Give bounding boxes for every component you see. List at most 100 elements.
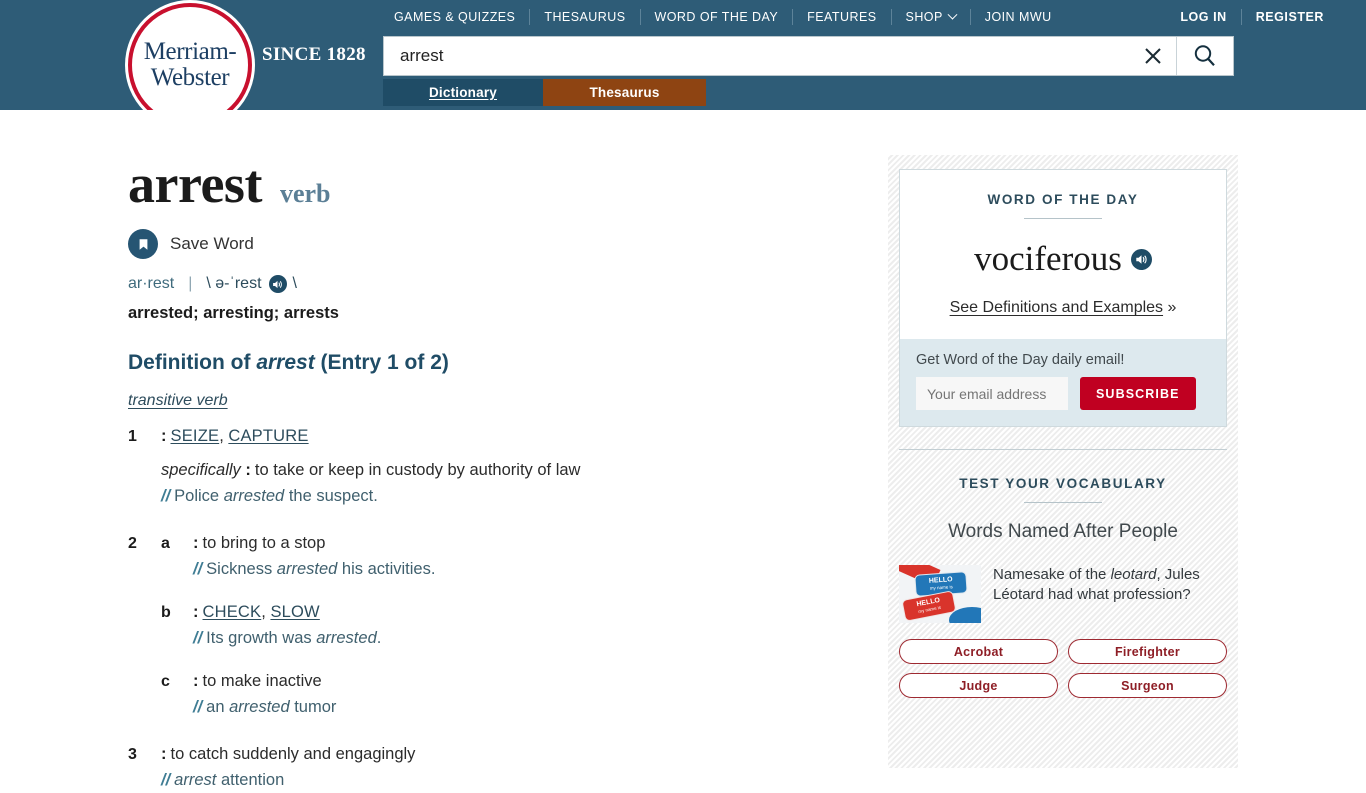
- example-sentence: //Police arrested the suspect.: [161, 483, 828, 509]
- sense-row: c : to make inactive //an arrested tumor: [128, 669, 828, 720]
- synonym-link-seize[interactable]: SEIZE: [171, 427, 220, 445]
- inflections-text: arrested; arresting; arrests: [128, 304, 339, 322]
- sense-body: : CHECK, SLOW //Its growth was arrested.: [193, 600, 828, 651]
- example-pre: Sickness: [206, 560, 277, 578]
- test-your-vocabulary-card: TEST YOUR VOCABULARY Words Named After P…: [899, 449, 1227, 698]
- sense-body: : SEIZE, CAPTURE specifically : to take or…: [161, 424, 828, 509]
- search-input[interactable]: [384, 37, 1130, 75]
- definition-text: : CHECK, SLOW: [193, 603, 320, 621]
- tab-dictionary-label: Dictionary: [428, 85, 498, 100]
- definition-heading-prefix: Definition of: [128, 351, 257, 374]
- clear-search-button[interactable]: [1130, 37, 1176, 75]
- close-x-icon: [1145, 48, 1161, 64]
- synonym-link-slow[interactable]: SLOW: [270, 603, 319, 621]
- sense-row: b : CHECK, SLOW //Its growth was arrested…: [128, 600, 828, 651]
- quiz-question-text: Namesake of the leotard, Jules Léotard h…: [993, 565, 1227, 605]
- sub-definition-colon: :: [245, 461, 251, 479]
- bookmark-icon: [128, 229, 158, 259]
- inflections: arrested; arresting; arrests: [128, 304, 828, 323]
- sense-row: 1 : SEIZE, CAPTURE specifically : to take …: [128, 424, 828, 509]
- log-in-link[interactable]: LOG IN: [1166, 10, 1240, 24]
- definition-text: : to make inactive: [193, 669, 828, 694]
- definition-body: to make inactive: [202, 672, 322, 690]
- subscribe-button[interactable]: SUBSCRIBE: [1080, 377, 1196, 410]
- search-submit-button[interactable]: [1176, 37, 1233, 75]
- part-of-speech: verb: [279, 179, 331, 208]
- newsletter-row: SUBSCRIBE: [916, 377, 1210, 410]
- quiz-answer-surgeon[interactable]: Surgeon: [1068, 673, 1227, 698]
- name-tag-subtext: my name is: [929, 584, 953, 591]
- example-marker: //: [193, 629, 203, 647]
- example-marker: //: [161, 771, 171, 789]
- auth-nav: LOG IN REGISTER: [1166, 8, 1338, 26]
- definition-text: : to bring to a stop: [193, 531, 828, 556]
- quiz-answer-acrobat[interactable]: Acrobat: [899, 639, 1058, 664]
- nav-item-games-quizzes[interactable]: GAMES & QUIZZES: [380, 10, 529, 24]
- nav-item-features[interactable]: FEATURES: [793, 10, 890, 24]
- definition-body: to bring to a stop: [202, 534, 326, 552]
- word-of-the-day-title: WORD OF THE DAY: [987, 192, 1139, 207]
- quiz-thumbnail-image: HELLO my name is HELLO my name is: [899, 565, 981, 623]
- site-header: GAMES & QUIZZES THESAURUS WORD OF THE DA…: [0, 0, 1366, 127]
- see-definitions-link-text: See Definitions and Examples: [949, 299, 1164, 316]
- email-field[interactable]: [916, 377, 1068, 410]
- speaker-icon[interactable]: [1130, 248, 1152, 270]
- sense-number: 3: [128, 746, 137, 763]
- register-link[interactable]: REGISTER: [1242, 10, 1338, 24]
- tab-thesaurus[interactable]: Thesaurus: [543, 79, 706, 106]
- tab-dictionary[interactable]: Dictionary: [383, 79, 543, 106]
- nav-item-thesaurus[interactable]: THESAURUS: [530, 10, 639, 24]
- tab-thesaurus-label: Thesaurus: [589, 85, 660, 100]
- definition-colon: :: [161, 427, 167, 445]
- quiz-title: TEST YOUR VOCABULARY: [959, 476, 1167, 491]
- search-bar: [383, 36, 1234, 76]
- see-definitions-link[interactable]: See Definitions and Examples »: [916, 299, 1210, 317]
- example-pre: Police: [174, 487, 224, 505]
- example-sentence: //Sickness arrested his activities.: [193, 556, 828, 582]
- definition-body: to catch suddenly and engagingly: [170, 745, 416, 763]
- example-post: tumor: [289, 698, 337, 716]
- dictionary-entry: arrest verb Save Word ar·rest | \ ə-ˈres…: [128, 155, 828, 793]
- logo-text: Merriam- Webster: [144, 39, 237, 91]
- sense-body: : to bring to a stop //Sickness arrested …: [193, 531, 828, 582]
- definition-heading: Definition of arrest (Entry 1 of 2): [128, 351, 828, 375]
- quiz-answer-judge[interactable]: Judge: [899, 673, 1058, 698]
- pronunciation-divider: |: [188, 275, 193, 292]
- sense-group-2: 2 a : to bring to a stop //Sickness arres…: [128, 531, 828, 720]
- sub-definition-label: specifically: [161, 461, 241, 479]
- nav-item-join-mwu[interactable]: JOIN MWU: [971, 10, 1066, 24]
- pronunciation-row: ar·rest | \ ə-ˈrest \: [128, 275, 828, 293]
- nav-item-shop[interactable]: SHOP: [892, 9, 970, 24]
- definition-colon: :: [193, 672, 199, 690]
- magnifier-icon: [1194, 45, 1215, 67]
- speaker-icon[interactable]: [268, 275, 287, 293]
- definition-text: : to catch suddenly and engagingly: [161, 742, 828, 767]
- example-marker: //: [193, 698, 203, 716]
- save-word-button[interactable]: Save Word: [128, 229, 828, 259]
- word-of-the-day-word-row: vociferous: [916, 239, 1210, 279]
- quiz-question-row: HELLO my name is HELLO my name is Namesa…: [899, 565, 1227, 623]
- example-emphasis: arrested: [276, 560, 338, 578]
- quiz-question-pre: Namesake of the: [993, 566, 1111, 583]
- site-logo[interactable]: Merriam- Webster: [128, 3, 252, 127]
- definition-colon: :: [193, 534, 199, 552]
- pronunciation-text: \ ə-ˈrest: [206, 275, 262, 292]
- sub-definition: specifically : to take or keep in custody…: [161, 457, 828, 483]
- since-tagline: SINCE 1828: [262, 44, 366, 65]
- see-definitions-link-suffix: »: [1163, 299, 1177, 316]
- nav-item-shop-label: SHOP: [905, 10, 943, 24]
- definition-text: : SEIZE, CAPTURE: [161, 427, 309, 445]
- sense-body: : to make inactive //an arrested tumor: [193, 669, 828, 720]
- newsletter-label: Get Word of the Day daily email!: [916, 352, 1125, 368]
- example-post: the suspect.: [284, 487, 378, 505]
- quiz-answer-firefighter[interactable]: Firefighter: [1068, 639, 1227, 664]
- verb-group-label[interactable]: transitive verb: [128, 392, 228, 410]
- example-marker: //: [161, 487, 171, 505]
- synonym-link-check[interactable]: CHECK: [203, 603, 262, 621]
- synonym-link-capture[interactable]: CAPTURE: [228, 427, 308, 445]
- word-of-the-day-word[interactable]: vociferous: [974, 239, 1122, 279]
- syllabification: ar·rest: [128, 275, 175, 292]
- example-sentence: //an arrested tumor: [193, 694, 828, 720]
- divider: [1024, 218, 1102, 219]
- nav-item-word-of-the-day[interactable]: WORD OF THE DAY: [641, 10, 793, 24]
